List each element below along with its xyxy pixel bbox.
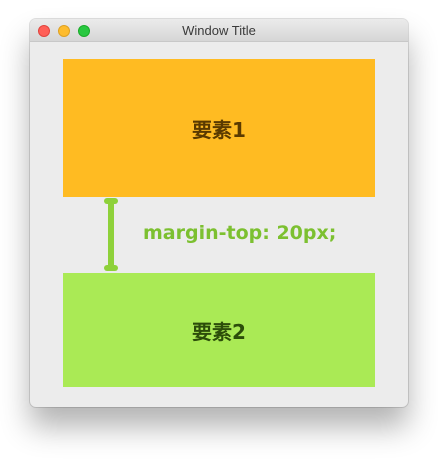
window-title: Window Title: [182, 23, 256, 38]
element-2-box: 要素2: [63, 273, 375, 387]
page: Window Title 要素1 margin-top: 20px; 要素2: [0, 0, 438, 462]
element-2-label: 要素2: [192, 319, 246, 344]
margin-indicator-bottom-cap: [104, 265, 118, 271]
title-bar[interactable]: Window Title: [30, 19, 408, 42]
element-1-box: 要素1: [63, 59, 375, 197]
margin-indicator: [104, 198, 118, 271]
margin-top-label: margin-top: 20px;: [143, 222, 337, 244]
element-1-label: 要素1: [192, 117, 246, 142]
app-window: Window Title 要素1 margin-top: 20px; 要素2: [30, 19, 408, 407]
margin-indicator-bar: [108, 201, 114, 268]
